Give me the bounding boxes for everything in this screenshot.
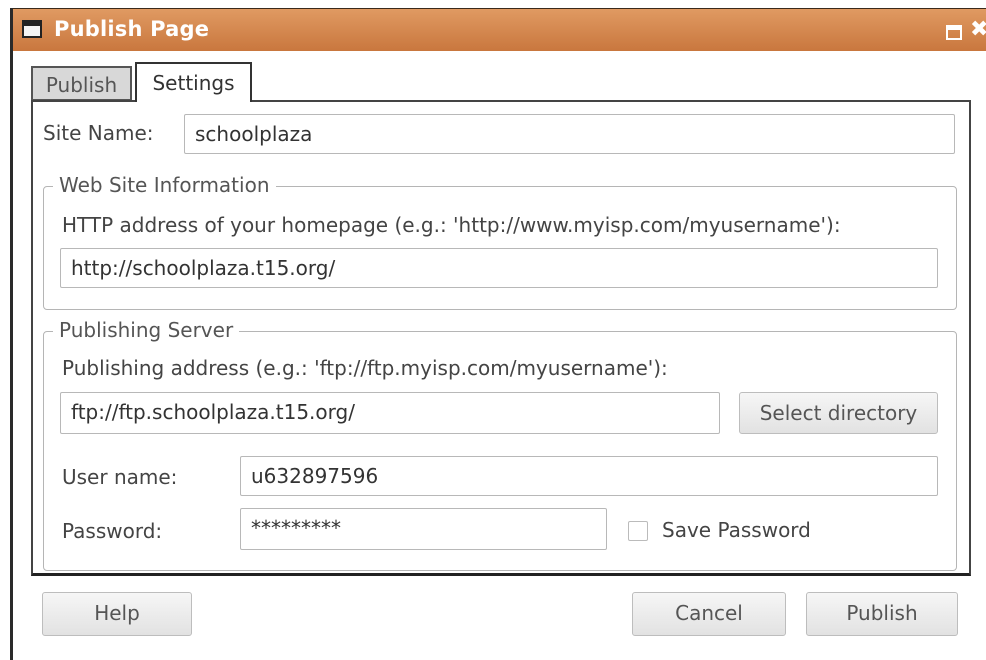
tab-publish[interactable]: Publish — [31, 66, 132, 101]
window-app-icon — [22, 20, 42, 38]
publishing-address-label: Publishing address (e.g.: 'ftp://ftp.myi… — [62, 356, 668, 380]
publish-button[interactable]: Publish — [806, 592, 958, 636]
save-password-checkbox[interactable] — [628, 521, 648, 541]
tab-settings[interactable]: Settings — [135, 62, 252, 102]
password-input[interactable]: ********* — [240, 508, 607, 550]
site-name-input[interactable]: schoolplaza — [184, 114, 955, 154]
cancel-button[interactable]: Cancel — [632, 592, 786, 636]
maximize-icon[interactable] — [946, 25, 962, 40]
help-button[interactable]: Help — [42, 592, 192, 636]
publish-page-dialog: Publish Page ✖ Publish Settings Site Nam… — [0, 0, 986, 660]
password-label: Password: — [62, 519, 163, 543]
publishing-address-input[interactable]: ftp://ftp.schoolplaza.t15.org/ — [60, 392, 720, 434]
web-site-information-title: Web Site Information — [53, 173, 276, 197]
username-label: User name: — [62, 465, 178, 489]
window-title: Publish Page — [54, 17, 210, 41]
publishing-server-title: Publishing Server — [53, 318, 240, 342]
titlebar: Publish Page ✖ — [10, 8, 986, 51]
username-input[interactable]: u632897596 — [240, 456, 938, 496]
select-directory-button[interactable]: Select directory — [739, 392, 938, 434]
window-left-border — [10, 8, 13, 660]
http-address-input[interactable]: http://schoolplaza.t15.org/ — [60, 248, 938, 288]
close-icon[interactable]: ✖ — [970, 19, 986, 41]
save-password-label[interactable]: Save Password — [662, 518, 811, 542]
site-name-label: Site Name: — [43, 121, 154, 145]
http-address-label: HTTP address of your homepage (e.g.: 'ht… — [62, 213, 841, 237]
